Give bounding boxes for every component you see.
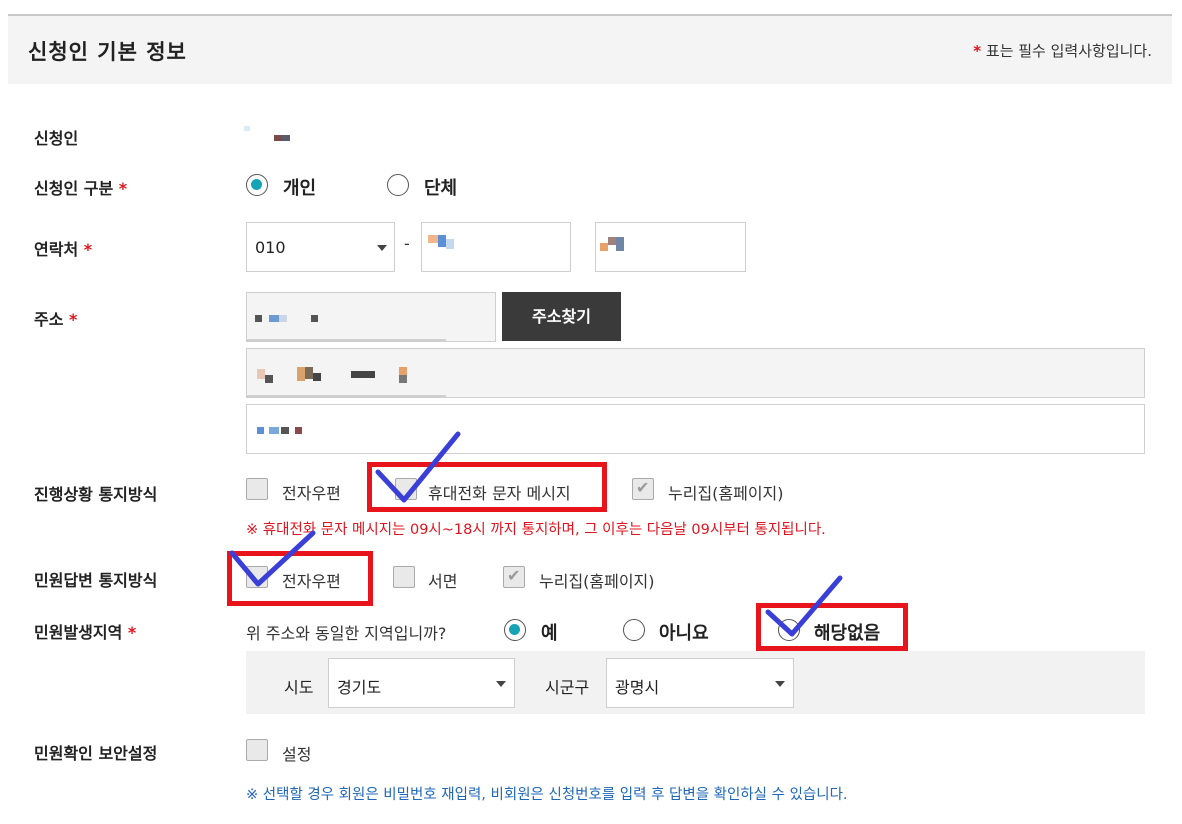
check-mark-icon <box>229 530 316 587</box>
check-mark-icon <box>375 431 461 503</box>
annotation-checkmarks <box>229 431 843 637</box>
check-mark-icon <box>765 575 843 637</box>
